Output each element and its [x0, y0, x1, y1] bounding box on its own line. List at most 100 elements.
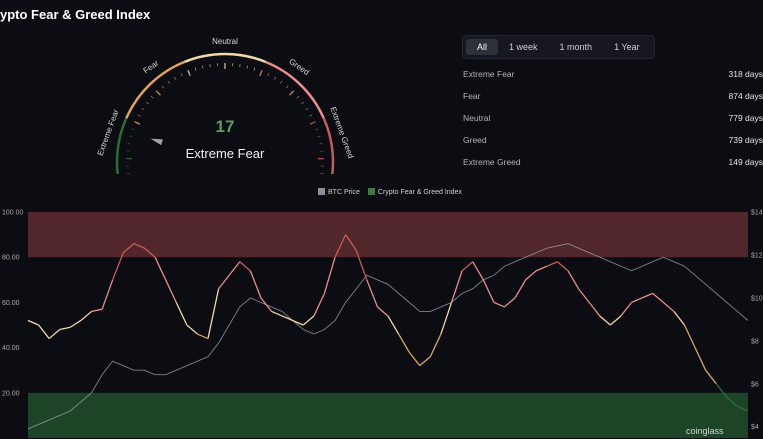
stat-label: Extreme Greed — [463, 157, 521, 167]
fear-greed-segment — [599, 315, 611, 326]
gauge-tick — [202, 65, 204, 69]
tab-all[interactable]: All — [466, 39, 499, 55]
stat-label: Greed — [463, 135, 487, 145]
fear-greed-segment — [652, 292, 664, 303]
gauge-arc-segment — [264, 60, 325, 119]
chart-legend: BTC Price Crypto Fear & Greed Index — [318, 188, 462, 196]
gauge-tick — [267, 73, 270, 77]
legend-label: BTC Price — [328, 189, 360, 196]
stat-row-greed: Greed 739 days — [463, 133, 763, 155]
gauge-tick — [141, 108, 145, 111]
fear-greed-segment — [631, 297, 643, 303]
fear-greed-segment — [302, 315, 315, 326]
gauge-tick — [305, 108, 309, 111]
gauge-zone-label: Neutral — [212, 37, 238, 46]
extreme-fear-band — [28, 392, 748, 438]
fear-greed-segment — [281, 315, 293, 322]
fear-greed-segment — [323, 257, 336, 294]
fear-greed-segment — [366, 279, 379, 308]
fear-greed-segment — [387, 315, 400, 335]
gauge-tick — [127, 143, 131, 145]
fear-greed-segment — [408, 351, 421, 367]
gauge-tick — [319, 143, 323, 145]
fear-greed-segment — [239, 261, 251, 272]
gauge-tick — [285, 85, 289, 89]
timeframe-tabs: All 1 week 1 month 1 Year — [462, 35, 655, 59]
stat-row-fear: Fear 874 days — [463, 89, 763, 111]
fear-greed-segment — [376, 306, 389, 317]
gauge-tick — [280, 80, 283, 84]
fear-greed-gauge: Extreme Fear Fear Neutral Greed Extreme Gree… — [90, 34, 360, 174]
fear-greed-segment — [578, 288, 590, 303]
fear-greed-segment — [461, 261, 474, 272]
fear-greed-segment — [419, 356, 431, 367]
tab-1-month[interactable]: 1 month — [549, 39, 604, 55]
gauge-tick — [301, 101, 305, 105]
fear-greed-segment — [207, 288, 220, 339]
fear-greed-segment — [482, 279, 495, 303]
fear-greed-segment — [197, 333, 209, 340]
gauge-tick — [145, 101, 149, 105]
fear-greed-segment — [48, 329, 61, 340]
gauge-tick — [259, 69, 263, 77]
fear-greed-segment — [588, 301, 601, 317]
fear-greed-segment — [546, 261, 558, 267]
fear-greed-segment — [535, 265, 548, 272]
stat-value: 874 days — [728, 91, 763, 101]
gauge-tick — [174, 76, 177, 80]
gauge-tick — [253, 67, 256, 71]
gauge-arc-segment — [125, 60, 186, 119]
fear-greed-segment — [472, 261, 484, 281]
right-axis-tick: $4 — [751, 424, 759, 431]
fear-greed-segment — [504, 297, 516, 308]
right-axis-tick: $14 — [751, 210, 763, 217]
gauge-tick — [296, 96, 300, 99]
fear-greed-segment — [313, 293, 326, 317]
stat-value: 318 days — [728, 69, 763, 79]
fear-greed-segment — [493, 301, 505, 308]
fear-greed-segment — [101, 279, 114, 310]
stat-row-neutral: Neutral 779 days — [463, 111, 763, 133]
fear-greed-segment — [186, 324, 198, 335]
legend-label: Crypto Fear & Greed Index — [377, 189, 462, 196]
fear-greed-segment — [292, 319, 304, 326]
fear-greed-segment — [673, 311, 685, 326]
gauge-tick — [180, 73, 183, 77]
fear-greed-segment — [694, 347, 707, 371]
left-axis-tick: 40.00 — [2, 345, 20, 352]
gauge-tick — [155, 90, 161, 96]
right-axis-tick: $6 — [751, 381, 759, 388]
coinglass-logo: coinglass — [686, 426, 724, 436]
gauge-tick — [187, 69, 191, 77]
fear-greed-segment — [398, 333, 410, 353]
gauge-tick — [273, 76, 276, 80]
extreme-greed-band — [28, 212, 748, 258]
fear-greed-segment — [218, 274, 230, 290]
left-axis-tick: 60.00 — [2, 300, 20, 307]
fear-greed-segment — [705, 369, 717, 385]
fear-greed-segment — [260, 297, 273, 312]
fear-greed-segment — [27, 319, 39, 326]
fear-greed-segment — [80, 310, 92, 321]
gauge-classification: Extreme Fear — [185, 146, 265, 161]
fear-greed-segment — [271, 310, 283, 317]
legend-swatch — [318, 188, 325, 195]
gauge-zone-label: Greed — [287, 57, 310, 77]
fear-greed-segment — [525, 270, 537, 281]
tab-1-year[interactable]: 1 Year — [603, 39, 651, 55]
fear-greed-segment — [175, 302, 188, 326]
gauge-tick — [150, 96, 154, 99]
fear-greed-segment — [429, 333, 442, 357]
legend-item-btc-price[interactable]: BTC Price — [318, 188, 360, 196]
legend-item-fear-greed[interactable]: Crypto Fear & Greed Index — [367, 188, 462, 196]
right-axis-tick: $10 — [751, 295, 763, 302]
stat-value: 739 days — [728, 135, 763, 145]
fear-greed-segment — [662, 301, 675, 312]
fear-greed-segment — [38, 324, 50, 339]
sentiment-stats: Extreme Fear 318 days Fear 874 days Neut… — [463, 67, 763, 177]
fear-greed-segment — [228, 261, 241, 276]
fear-greed-segment — [249, 270, 262, 299]
legend-swatch — [367, 188, 375, 195]
page-title: ypto Fear & Greed Index — [0, 7, 151, 22]
tab-1-week[interactable]: 1 week — [498, 39, 549, 55]
